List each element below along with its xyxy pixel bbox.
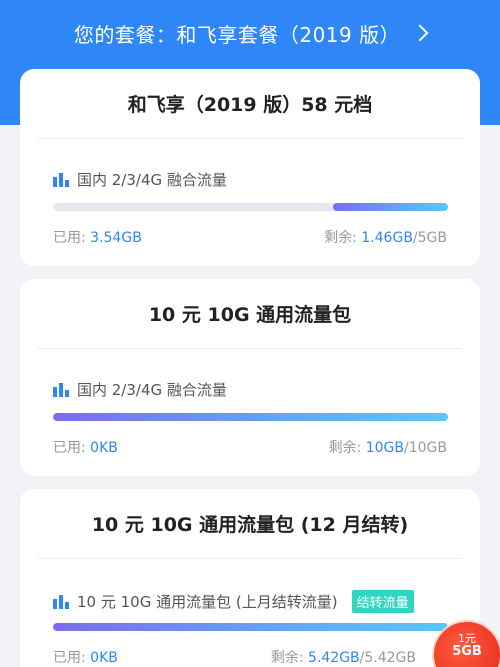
plan-card-carryover: 10 元 10G 通用流量包 (12 月结转) 10 元 10G 通用流量包 (… — [20, 489, 480, 667]
used-amount: 已用: 0KB — [53, 440, 118, 456]
usage-label: 国内 2/3/4G 融合流量 — [77, 381, 227, 399]
bar-chart-icon — [53, 382, 69, 397]
plan-card-addon: 10 元 10G 通用流量包 国内 2/3/4G 融合流量 已用: 0KB 剩余… — [20, 279, 480, 476]
usage-progress-fill — [332, 203, 448, 211]
remaining-amount: 剩余: 1.46GB/5GB — [324, 230, 447, 246]
remaining-amount: 剩余: 5.42GB/5.42GB — [270, 650, 416, 666]
card-title: 10 元 10G 通用流量包 (12 月结转) — [38, 489, 462, 559]
bar-chart-icon — [53, 594, 69, 609]
plan-header[interactable]: 您的套餐：和飞享套餐（2019 版） — [0, 0, 500, 66]
remaining-amount: 剩余: 10GB/10GB — [328, 440, 447, 456]
usage-label-row: 国内 2/3/4G 融合流量 — [53, 169, 227, 190]
usage-label: 10 元 10G 通用流量包 (上月结转流量) — [77, 593, 338, 611]
usage-progress-bar — [53, 413, 448, 421]
plan-card-main: 和飞享（2019 版）58 元档 国内 2/3/4G 融合流量 已用: 3.54… — [20, 69, 480, 266]
used-amount: 已用: 3.54GB — [53, 230, 142, 246]
usage-label-row: 10 元 10G 通用流量包 (上月结转流量) 结转流量 — [53, 590, 414, 613]
used-amount: 已用: 0KB — [53, 650, 118, 666]
card-title: 10 元 10G 通用流量包 — [38, 279, 462, 349]
usage-progress-fill — [53, 623, 448, 631]
carryover-badge: 结转流量 — [351, 590, 414, 613]
bar-chart-icon — [53, 172, 69, 187]
card-title: 和飞享（2019 版）58 元档 — [38, 69, 462, 139]
chevron-right-icon — [411, 24, 429, 42]
plan-title: 您的套餐：和飞享套餐（2019 版） — [73, 22, 401, 47]
usage-label-row: 国内 2/3/4G 融合流量 — [53, 379, 227, 400]
usage-progress-fill — [53, 413, 448, 421]
usage-progress-bar — [53, 203, 448, 211]
usage-label: 国内 2/3/4G 融合流量 — [77, 171, 227, 189]
usage-progress-bar — [53, 623, 448, 631]
